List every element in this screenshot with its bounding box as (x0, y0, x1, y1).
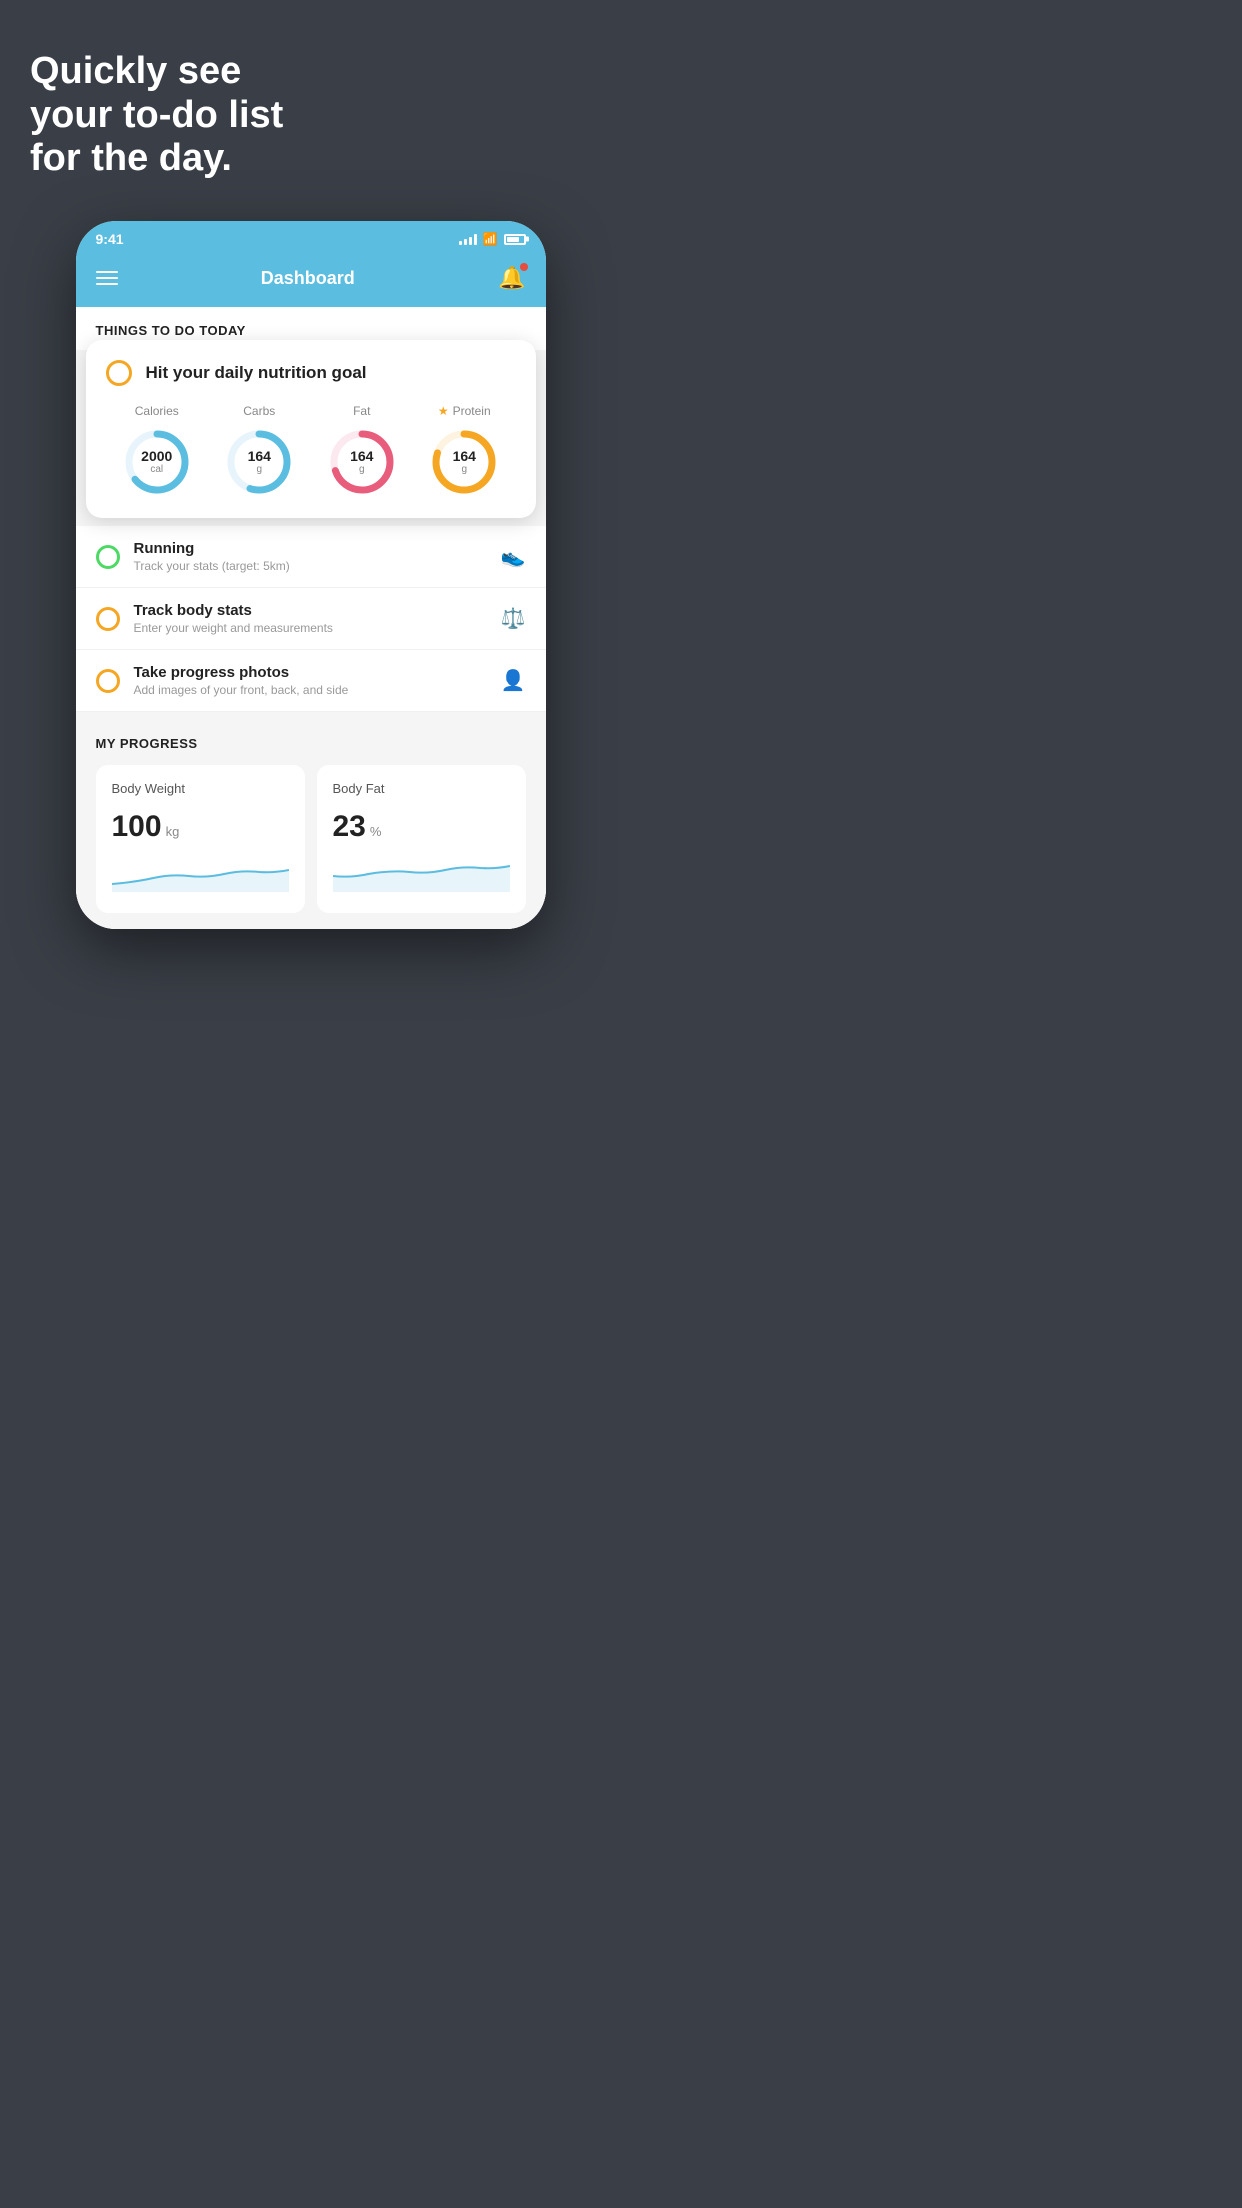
body-fat-card-title: Body Fat (333, 781, 510, 796)
body-fat-unit: % (370, 824, 382, 839)
body-fat-card[interactable]: Body Fat 23 % (317, 765, 526, 913)
menu-button[interactable] (96, 271, 118, 285)
page-headline: Quickly seeyour to-do listfor the day. (20, 50, 601, 181)
calories-unit: cal (141, 464, 172, 475)
body-stats-subtitle: Enter your weight and measurements (134, 621, 487, 635)
body-fat-value-row: 23 % (333, 810, 510, 844)
carbs-donut: 164 g (223, 426, 295, 498)
progress-section: MY PROGRESS Body Weight 100 kg (76, 712, 546, 929)
calories-value: 2000 (141, 449, 172, 464)
progress-photos-title: Take progress photos (134, 664, 487, 681)
wifi-icon: 📶 (483, 232, 498, 246)
body-stats-text: Track body stats Enter your weight and m… (134, 602, 487, 635)
body-stats-title: Track body stats (134, 602, 487, 619)
body-weight-unit: kg (166, 824, 180, 839)
nutrition-calories: Calories 2000 cal (121, 404, 193, 498)
fat-unit: g (350, 464, 373, 475)
body-stats-check[interactable] (96, 607, 120, 631)
nutrition-carbs: Carbs 164 g (223, 404, 295, 498)
notification-badge (520, 263, 528, 271)
nutrition-goal-card: Hit your daily nutrition goal Calories (86, 340, 536, 518)
body-weight-value-row: 100 kg (112, 810, 289, 844)
shoe-icon: 👟 (501, 544, 526, 569)
progress-title: MY PROGRESS (96, 736, 526, 751)
fat-value: 164 (350, 449, 373, 464)
protein-value: 164 (453, 449, 476, 464)
running-title: Running (134, 540, 487, 557)
fat-donut: 164 g (326, 426, 398, 498)
notifications-button[interactable]: 🔔 (498, 265, 525, 291)
running-check[interactable] (96, 545, 120, 569)
body-weight-card-title: Body Weight (112, 781, 289, 796)
body-fat-value: 23 (333, 810, 366, 844)
progress-photos-subtitle: Add images of your front, back, and side (134, 683, 487, 697)
fat-label: Fat (353, 404, 370, 418)
protein-label: ★ Protein (438, 404, 491, 418)
protein-star-icon: ★ (438, 404, 449, 418)
signal-icon (459, 233, 477, 245)
todo-list: Running Track your stats (target: 5km) 👟… (76, 526, 546, 712)
nutrition-protein: ★ Protein 164 g (428, 404, 500, 498)
app-header: Dashboard 🔔 (76, 253, 546, 307)
body-weight-chart (112, 856, 289, 892)
calories-donut: 2000 cal (121, 426, 193, 498)
todo-item-body-stats[interactable]: Track body stats Enter your weight and m… (76, 588, 546, 650)
person-icon: 👤 (501, 668, 526, 693)
progress-photos-text: Take progress photos Add images of your … (134, 664, 487, 697)
app-content: THINGS TO DO TODAY Hit your daily nutrit… (76, 307, 546, 929)
protein-unit: g (453, 464, 476, 475)
nutrition-goal-title: Hit your daily nutrition goal (146, 363, 367, 383)
page-wrapper: Quickly seeyour to-do listfor the day. 9… (0, 0, 621, 1104)
nutrition-fat: Fat 164 g (326, 404, 398, 498)
carbs-value: 164 (248, 449, 271, 464)
nutrition-goal-check[interactable] (106, 360, 132, 386)
card-title-row: Hit your daily nutrition goal (106, 360, 516, 386)
body-weight-card[interactable]: Body Weight 100 kg (96, 765, 305, 913)
calories-label: Calories (135, 404, 179, 418)
status-icons: 📶 (459, 232, 526, 246)
progress-cards: Body Weight 100 kg Body Fat (96, 765, 526, 913)
status-bar: 9:41 📶 (76, 221, 546, 253)
header-title: Dashboard (261, 268, 355, 289)
body-fat-chart (333, 856, 510, 892)
scale-icon: ⚖️ (501, 606, 526, 631)
carbs-label: Carbs (243, 404, 275, 418)
protein-donut: 164 g (428, 426, 500, 498)
todo-item-running[interactable]: Running Track your stats (target: 5km) 👟 (76, 526, 546, 588)
battery-icon (504, 234, 526, 245)
body-weight-value: 100 (112, 810, 162, 844)
running-text: Running Track your stats (target: 5km) (134, 540, 487, 573)
carbs-unit: g (248, 464, 271, 475)
phone-mockup: 9:41 📶 Dashboard (76, 221, 546, 929)
status-time: 9:41 (96, 231, 124, 247)
todo-item-progress-photos[interactable]: Take progress photos Add images of your … (76, 650, 546, 712)
progress-photos-check[interactable] (96, 669, 120, 693)
running-subtitle: Track your stats (target: 5km) (134, 559, 487, 573)
nutrition-circles: Calories 2000 cal (106, 404, 516, 498)
